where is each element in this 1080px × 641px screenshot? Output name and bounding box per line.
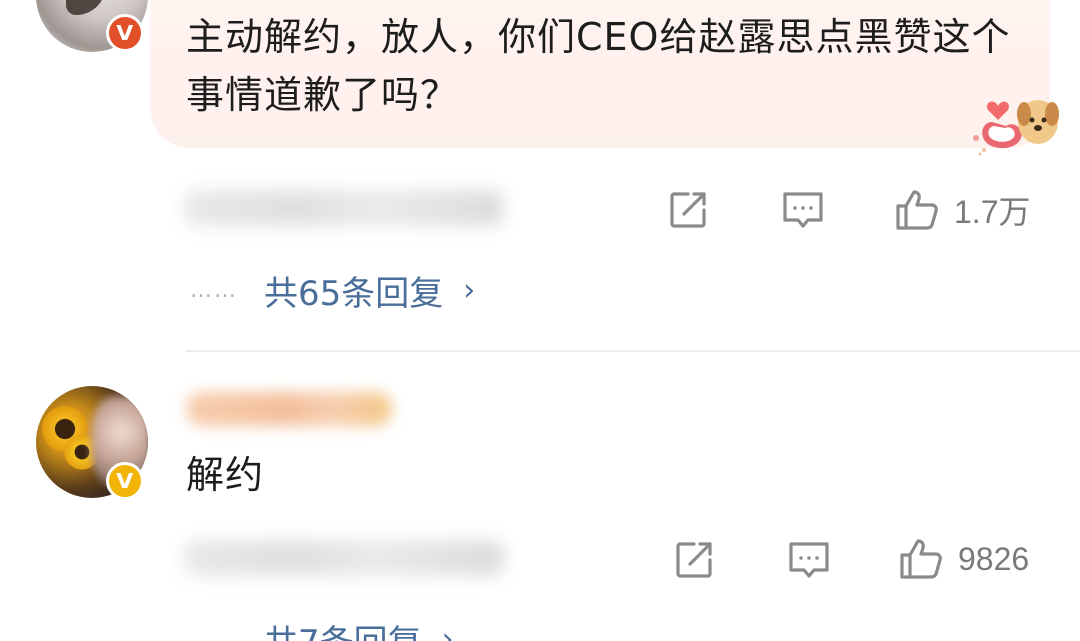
comment-text: 主动解约，放人，你们CEO给赵露思点黑赞这个事情道歉了吗？ (186, 15, 1011, 117)
divider (186, 350, 1080, 352)
like-count: 1.7万 (954, 194, 1031, 230)
like-button[interactable]: 9826 (896, 535, 1029, 583)
thumbs-up-icon (892, 186, 940, 234)
sunflower-decoration (64, 434, 100, 470)
blurred-nickname[interactable] (186, 392, 392, 426)
chevron-right-icon: › (441, 622, 454, 641)
replies-label: 共65条回复 (264, 274, 444, 314)
ellipsis: …… (190, 627, 238, 641)
share-icon (666, 188, 710, 232)
share-icon (672, 538, 716, 582)
blurred-meta-info (184, 540, 504, 576)
chevron-right-icon: › (463, 273, 476, 308)
share-button[interactable] (666, 188, 710, 232)
verified-badge-icon: V (106, 14, 144, 52)
verified-badge-icon: V (106, 462, 144, 500)
like-count: 9826 (958, 540, 1030, 577)
view-replies-link[interactable]: …… 共7条回复 › (190, 615, 454, 641)
comment-feed: V 主动解约，放人，你们CEO给赵露思点黑赞这个事情道歉了吗？ 1.7万 …… … (0, 0, 1080, 641)
comment-button[interactable] (780, 188, 826, 232)
ellipsis: …… (190, 278, 238, 303)
thumbs-up-icon (896, 535, 944, 583)
replies-label: 共7条回复 (264, 615, 422, 641)
comment-text: 解约 (186, 453, 265, 497)
comment-icon (780, 188, 826, 232)
comment-button[interactable] (786, 538, 832, 582)
view-replies-link[interactable]: …… 共65条回复 › (190, 266, 475, 315)
like-button[interactable]: 1.7万 (892, 186, 1031, 234)
blurred-meta-info (184, 190, 504, 226)
share-button[interactable] (672, 538, 716, 582)
comment-icon (786, 538, 832, 582)
